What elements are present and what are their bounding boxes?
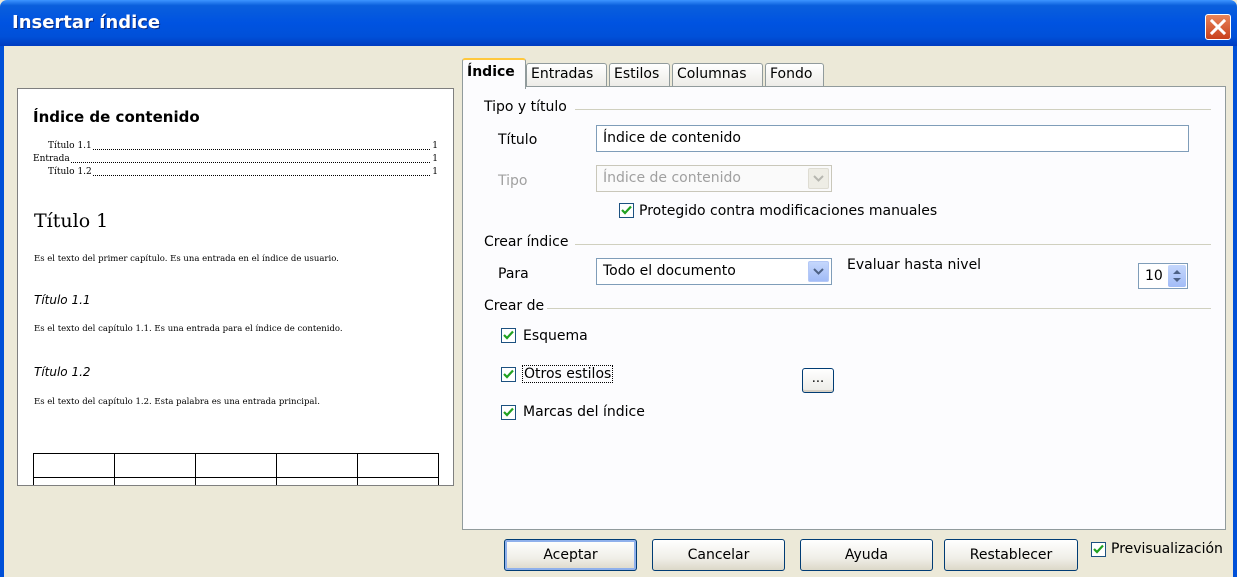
preview-table (33, 453, 439, 485)
preview-heading-1: Título 1 (34, 210, 109, 232)
chevron-down-icon (813, 268, 824, 275)
section-create-from: Crear de (484, 298, 545, 314)
tab-columns[interactable]: Columnas (672, 63, 763, 87)
level-spinner[interactable]: 10 (1138, 263, 1188, 289)
tab-background[interactable]: Fondo (765, 63, 824, 87)
eval-level-label: Evaluar hasta nivel (847, 257, 982, 273)
for-label: Para (498, 266, 529, 282)
other-styles-label: Otros estilos (522, 365, 614, 383)
help-button[interactable]: Ayuda (800, 539, 933, 571)
protected-checkbox[interactable] (619, 203, 634, 218)
preview-body-text: Es el texto del capítulo 1.2. Esta palab… (34, 397, 320, 407)
spin-updown-icon[interactable] (1168, 265, 1186, 287)
type-dropdown-button[interactable] (808, 168, 829, 189)
preview-toc-entry: Título 1.2 1 (48, 167, 438, 177)
window-frame-left (0, 46, 4, 577)
preview-label: Previsualización (1111, 541, 1223, 557)
index-marks-checkbox[interactable] (501, 405, 516, 420)
section-create-index: Crear índice (484, 234, 569, 250)
close-button[interactable] (1205, 14, 1231, 40)
check-icon (503, 369, 514, 379)
reset-button[interactable]: Restablecer (944, 539, 1078, 571)
section-divider (575, 109, 1211, 110)
window-title: Insertar índice (12, 12, 161, 33)
chevron-down-icon (813, 175, 824, 182)
type-select[interactable]: Índice de contenido (596, 165, 832, 192)
preview-heading-1-2: Título 1.2 (34, 365, 91, 379)
preview-toc-entry: Título 1.1 1 (48, 141, 438, 151)
type-select-value: Índice de contenido (603, 170, 741, 186)
index-marks-label: Marcas del índice (523, 404, 645, 420)
other-styles-button[interactable]: ... (802, 368, 834, 393)
preview-heading-1-1: Título 1.1 (34, 293, 91, 307)
protected-label: Protegido contra modificaciones manuales (639, 203, 938, 219)
check-icon (503, 330, 514, 340)
level-value: 10 (1145, 268, 1163, 284)
title-input[interactable]: Índice de contenido (596, 125, 1189, 152)
title-label: Título (498, 132, 538, 148)
window-frame-right (1233, 46, 1237, 577)
type-label: Tipo (498, 173, 528, 189)
cancel-button[interactable]: Cancelar (652, 539, 785, 571)
tab-styles[interactable]: Estilos (609, 63, 670, 87)
preview-pane: Índice de contenido Título 1.1 1 Entrada 1… (17, 88, 454, 486)
check-icon (503, 407, 514, 417)
ok-button[interactable]: Aceptar (504, 539, 637, 571)
preview-toc-entry: Entrada 1 (33, 154, 438, 164)
for-select[interactable]: Todo el documento (596, 258, 832, 285)
check-icon (1093, 544, 1104, 554)
close-icon (1209, 18, 1227, 36)
other-styles-checkbox[interactable] (501, 367, 516, 382)
index-tab-panel: Tipo y título Título Índice de contenido… (462, 86, 1226, 530)
section-divider (547, 308, 1211, 309)
outline-checkbox[interactable] (501, 328, 516, 343)
tab-index[interactable]: Índice (462, 58, 526, 89)
for-select-value: Todo el documento (603, 263, 736, 279)
preview-body-text: Es el texto del capítulo 1.1. Es una ent… (34, 324, 343, 334)
section-divider (575, 244, 1211, 245)
preview-checkbox[interactable] (1091, 542, 1106, 557)
check-icon (621, 205, 632, 215)
tab-entries[interactable]: Entradas (526, 63, 607, 87)
section-type-title: Tipo y título (484, 99, 567, 115)
preview-index-heading: Índice de contenido (33, 108, 200, 126)
outline-label: Esquema (523, 328, 588, 344)
preview-body-text: Es el texto del primer capítulo. Es una … (34, 254, 339, 264)
for-dropdown-button[interactable] (808, 261, 829, 282)
title-bar: Insertar índice (0, 0, 1237, 46)
